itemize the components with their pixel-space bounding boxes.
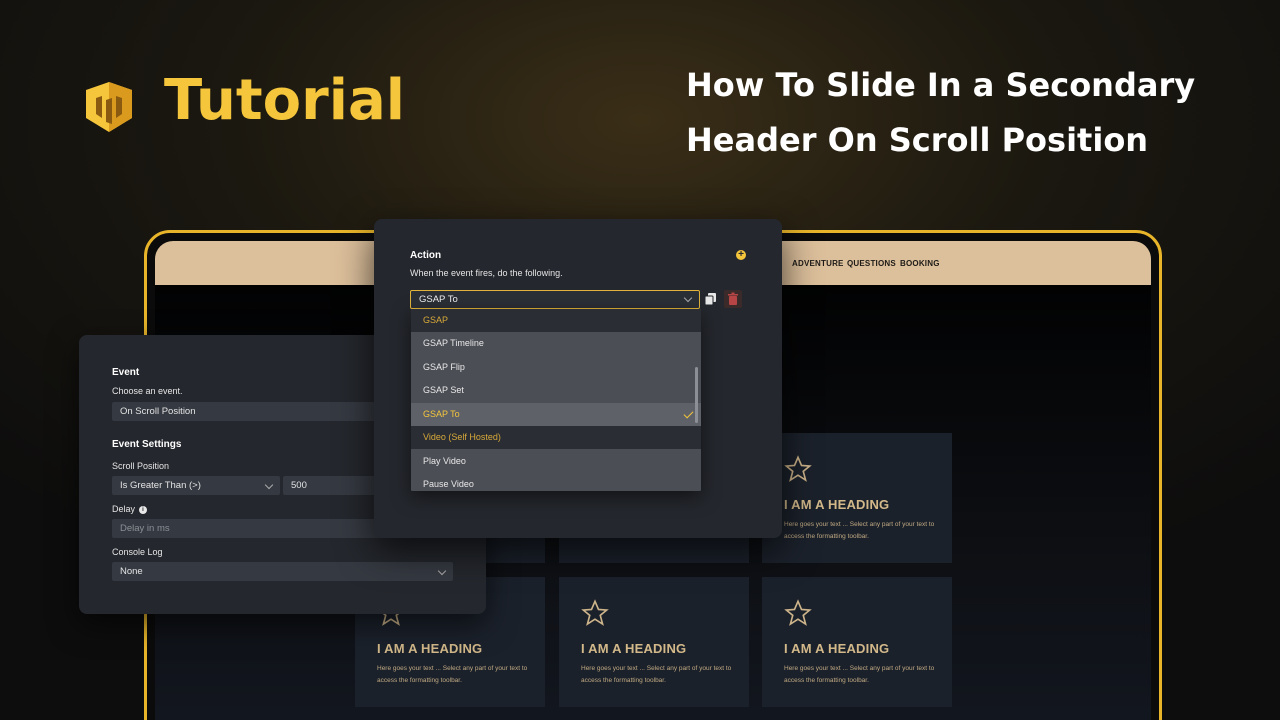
delay-label-row: Delay i (112, 504, 148, 514)
dropdown-option-gsap-flip[interactable]: GSAP Flip (411, 356, 701, 379)
event-select-value: On Scroll Position (120, 406, 196, 417)
feature-card: I AM A HEADING Here goes your text ... S… (762, 433, 952, 563)
headline: How To Slide In a Secondary Header On Sc… (686, 58, 1206, 168)
info-icon[interactable]: i (139, 506, 148, 514)
add-action-icon[interactable]: + (736, 250, 746, 260)
delay-label: Delay (112, 504, 136, 514)
feature-card: I AM A HEADING Here goes your text ... S… (559, 577, 749, 707)
yellow-cube-logo-icon (86, 82, 132, 132)
chevron-down-icon (437, 566, 447, 576)
star-icon (784, 455, 812, 482)
card-text: Here goes your text ... Select any part … (784, 521, 935, 540)
card-text: Here goes your text ... Select any part … (784, 665, 935, 684)
scroll-position-value: 500 (291, 480, 307, 491)
dropdown-option-gsap-timeline[interactable]: GSAP Timeline (411, 332, 701, 355)
dropdown-group-video: Video (Self Hosted) (411, 426, 701, 449)
card-heading: I AM A HEADING (784, 641, 890, 656)
nav-link-adventure[interactable]: ADVENTURE (792, 259, 844, 268)
action-type-value: GSAP To (419, 294, 458, 305)
dropdown-option-gsap-to-label: GSAP To (423, 409, 460, 419)
headline-line-2: Header On Scroll Position (686, 121, 1149, 159)
dropdown-option-pause-video[interactable]: Pause Video (411, 473, 701, 491)
nav-link-questions[interactable]: QUESTIONS (847, 259, 896, 268)
card-text: Here goes your text ... Select any part … (581, 665, 732, 684)
card-text: Here goes your text ... Select any part … (377, 665, 528, 684)
checkmark-icon (683, 408, 694, 419)
dropdown-option-gsap-set[interactable]: GSAP Set (411, 379, 701, 402)
event-label: Event (112, 367, 140, 378)
duplicate-icon[interactable] (702, 290, 720, 308)
card-heading: I AM A HEADING (784, 497, 890, 512)
console-log-value: None (120, 566, 143, 577)
action-type-dropdown[interactable]: GSAP GSAP Timeline GSAP Flip GSAP Set GS… (411, 309, 701, 491)
trash-icon[interactable] (724, 290, 742, 308)
delay-placeholder: Delay in ms (120, 523, 170, 534)
action-type-select[interactable]: GSAP To (410, 290, 700, 309)
action-label: Action (410, 250, 442, 261)
star-icon (784, 599, 812, 626)
card-heading: I AM A HEADING (377, 641, 483, 656)
tutorial-title: Tutorial (164, 68, 405, 133)
comparator-value: Is Greater Than (>) (120, 480, 201, 491)
dropdown-group-gsap: GSAP (411, 309, 701, 332)
chevron-down-icon (264, 480, 274, 490)
nav-link-booking[interactable]: BOOKING (900, 259, 940, 268)
card-heading: I AM A HEADING (581, 641, 687, 656)
scroll-position-label: Scroll Position (112, 461, 170, 471)
dropdown-option-play-video[interactable]: Play Video (411, 450, 701, 473)
comparator-select[interactable]: Is Greater Than (>) (112, 476, 280, 495)
star-icon (581, 599, 609, 626)
chevron-down-icon (683, 293, 693, 303)
event-sublabel: Choose an event. (112, 386, 183, 396)
action-sublabel: When the event fires, do the following. (410, 268, 563, 278)
console-log-label: Console Log (112, 547, 163, 557)
console-log-select[interactable]: None (112, 562, 453, 581)
dropdown-option-gsap-to[interactable]: GSAP To (411, 403, 701, 426)
event-settings-label: Event Settings (112, 439, 182, 450)
feature-card: I AM A HEADING Here goes your text ... S… (762, 577, 952, 707)
headline-line-1: How To Slide In a Secondary (686, 66, 1196, 104)
dropdown-scrollbar[interactable] (695, 367, 698, 423)
